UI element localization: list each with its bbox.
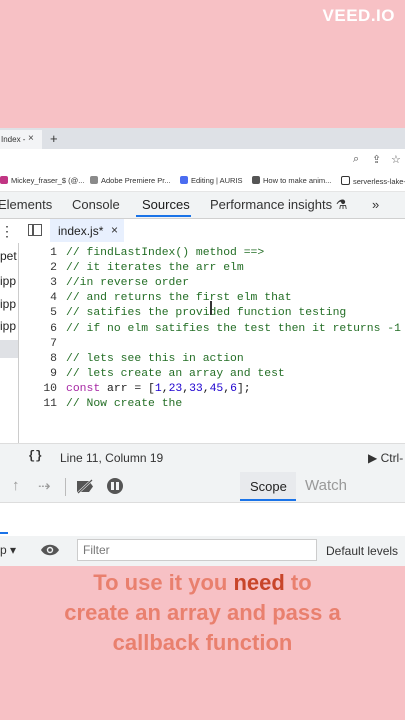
line-number[interactable]: 2 [19, 262, 57, 274]
tab-scope[interactable]: Scope [240, 472, 296, 501]
bookmark-item[interactable]: serverless-lake-v [341, 176, 405, 186]
tab-sources[interactable]: Sources [142, 197, 190, 212]
browser-tab-title: Index - [1, 135, 26, 144]
bookmark-item[interactable]: Editing | AURIS [180, 176, 243, 185]
auris-icon [180, 176, 188, 184]
tab-console[interactable]: Console [72, 197, 120, 212]
bookmark-item[interactable]: How to make anim... [252, 176, 331, 185]
file-navigator: pet ipp ipp ipp [0, 243, 19, 463]
step-out-icon[interactable]: ↑ [12, 477, 20, 494]
code-line: // and returns the first elm that [66, 292, 292, 305]
pretty-print-icon[interactable]: {} [28, 449, 42, 463]
line-number[interactable]: 10 [19, 383, 57, 395]
caption-highlight: need [233, 570, 285, 595]
browser-tabstrip: Index - × + [0, 128, 405, 149]
editor-status-bar: {} Line 11, Column 19 ▶ Ctrl- [0, 443, 405, 472]
code-line: // lets create an array and test [66, 367, 285, 380]
bookmarks-bar: Mickey_fraser_$ (@... Adobe Premiere Pr.… [0, 171, 405, 192]
veed-watermark: VEED.IO [322, 6, 395, 25]
navigator-selected-item[interactable] [0, 340, 18, 358]
browser-window: Index - × + ⌕ ⇪ ☆ Mickey_fraser_$ (@... … [0, 128, 405, 566]
file-tab-bar: ⋮ index.js* × [0, 219, 405, 244]
toggle-navigator-icon[interactable] [28, 224, 42, 236]
navigator-item[interactable]: pet [0, 249, 17, 263]
bookmark-star-icon[interactable]: ☆ [391, 153, 401, 166]
code-line: const arr = [1,23,33,45,6]; [66, 382, 251, 395]
navigator-item[interactable]: ipp [0, 274, 16, 288]
navigator-item[interactable]: ipp [0, 319, 16, 333]
log-levels-dropdown[interactable]: Default levels [326, 544, 398, 558]
file-tab-index-js[interactable]: index.js* × [50, 219, 124, 242]
devtools-tabs: Elements Console Sources Performance ins… [0, 192, 405, 219]
line-number[interactable]: 1 [19, 247, 57, 259]
console-filter-input[interactable]: Filter [77, 539, 317, 561]
tab-elements[interactable]: Elements [0, 197, 52, 212]
console-filter-bar: p ▾ Filter Default levels [0, 536, 405, 566]
bookmark-item[interactable]: Mickey_fraser_$ (@... [0, 176, 84, 185]
text-cursor [210, 301, 212, 315]
line-number[interactable]: 5 [19, 307, 57, 319]
eye-icon[interactable] [40, 543, 60, 557]
close-file-icon[interactable]: × [111, 223, 118, 237]
instagram-icon [0, 176, 8, 184]
code-editor[interactable]: 1 // findLastIndex() method ==> 2 // it ite… [19, 243, 405, 441]
line-number[interactable]: 7 [19, 338, 57, 350]
file-tab-label: index.js* [58, 224, 104, 238]
context-dropdown[interactable]: p ▾ [0, 543, 16, 557]
cursor-position: Line 11, Column 19 [60, 451, 164, 465]
code-line: //in reverse order [66, 277, 190, 290]
page-icon [90, 176, 98, 184]
code-line: // satifies the provided function testin… [66, 307, 347, 320]
address-bar: ⌕ ⇪ ☆ [0, 149, 405, 171]
link-icon [252, 176, 260, 184]
tab-performance-insights[interactable]: Performance insights ⚗ [210, 197, 347, 213]
coverage-hint: ▶ Ctrl- [368, 451, 404, 465]
code-line: // it iterates the arr elm [66, 262, 244, 275]
line-number[interactable]: 11 [19, 398, 57, 410]
code-line: // findLastIndex() method ==> [66, 247, 265, 259]
active-tab-indicator [136, 215, 191, 217]
console-active-indicator [0, 532, 8, 534]
deactivate-breakpoints-icon[interactable] [76, 479, 94, 494]
line-number[interactable]: 6 [19, 323, 57, 335]
flask-icon: ⚗ [335, 197, 348, 212]
toolbar-divider [65, 478, 66, 496]
more-vertical-icon[interactable]: ⋮ [0, 223, 14, 240]
console-drawer-header [0, 504, 405, 537]
share-icon[interactable]: ⇪ [372, 153, 381, 166]
line-number[interactable]: 8 [19, 353, 57, 365]
checkbox-icon [341, 176, 350, 185]
step-icon[interactable]: ⇢ [38, 477, 51, 495]
close-tab-icon[interactable]: × [28, 133, 34, 144]
pause-on-exceptions-icon[interactable] [107, 478, 123, 494]
code-line: // if no elm satifies the test then it r… [66, 322, 401, 335]
new-tab-button[interactable]: + [50, 131, 58, 146]
bookmark-item[interactable]: Adobe Premiere Pr... [90, 176, 171, 185]
browser-tab[interactable]: Index - × [0, 130, 42, 149]
line-number[interactable]: 4 [19, 292, 57, 304]
code-line: // lets see this in action [66, 352, 244, 365]
line-number[interactable]: 3 [19, 277, 57, 289]
navigator-item[interactable]: ipp [0, 297, 16, 311]
zoom-icon[interactable]: ⌕ [353, 153, 359, 166]
more-tabs-icon[interactable]: » [372, 197, 379, 212]
tab-watch[interactable]: Watch [305, 477, 347, 494]
video-caption: To use it you need to create an array an… [64, 570, 341, 655]
debugger-toolbar: ↑ ⇢ Scope Watch [0, 472, 405, 503]
line-number[interactable]: 9 [19, 368, 57, 380]
code-line: // Now create the [66, 398, 183, 410]
